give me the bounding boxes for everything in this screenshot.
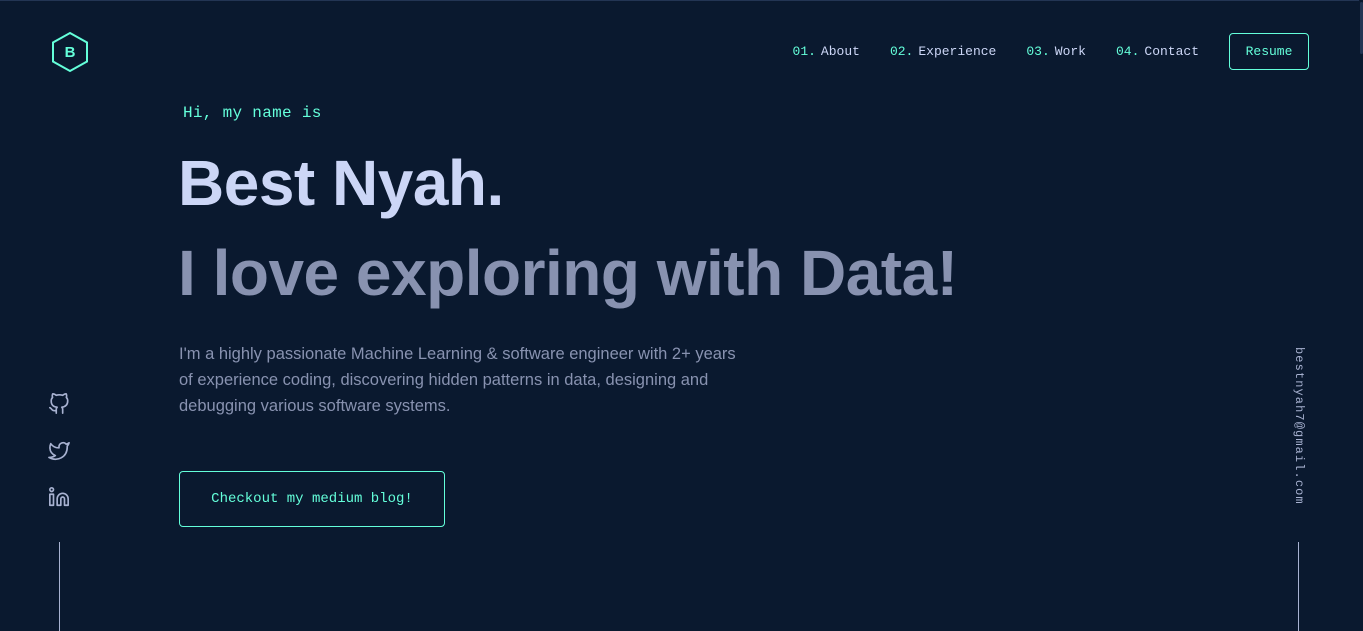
resume-button[interactable]: Resume <box>1229 32 1309 70</box>
nav-number: 04. <box>1115 43 1140 59</box>
nav-label: Contact <box>1144 43 1199 59</box>
hero-greeting: Hi, my name is <box>183 104 322 122</box>
scrollbar[interactable] <box>1359 0 1363 631</box>
twitter-icon <box>48 441 70 461</box>
twitter-link[interactable] <box>48 440 70 462</box>
email-divider-line <box>1298 542 1299 631</box>
hero-name: Best Nyah. <box>178 147 504 219</box>
main-nav: 01. About 02. Experience 03. Work 04. Co… <box>793 32 1309 70</box>
linkedin-icon <box>49 487 69 507</box>
email-link[interactable]: bestnyah7@gmail.com <box>1288 347 1306 511</box>
nav-label: Work <box>1054 43 1086 59</box>
github-link[interactable] <box>48 393 70 415</box>
nav-number: 01. <box>792 43 816 59</box>
nav-item-experience[interactable]: 02. Experience <box>890 32 996 70</box>
nav-number: 02. <box>889 43 914 59</box>
nav-label: About <box>820 43 860 59</box>
nav-number: 03. <box>1026 43 1050 59</box>
medium-blog-button[interactable]: Checkout my medium blog! <box>179 471 445 527</box>
nav-item-about[interactable]: 01. About <box>793 32 860 70</box>
hero-description: I'm a highly passionate Machine Learning… <box>179 345 736 415</box>
nav-item-work[interactable]: 03. Work <box>1026 32 1086 70</box>
nav-label: Experience <box>918 43 997 59</box>
social-divider-line <box>59 542 60 631</box>
top-border <box>0 0 1363 1</box>
nav-item-contact[interactable]: 04. Contact <box>1116 32 1199 70</box>
hero-tagline: I love exploring with Data! <box>178 237 958 309</box>
linkedin-link[interactable] <box>48 486 70 508</box>
logo-link[interactable]: B <box>50 31 90 73</box>
github-icon <box>49 393 69 414</box>
logo-letter: B <box>64 43 76 61</box>
